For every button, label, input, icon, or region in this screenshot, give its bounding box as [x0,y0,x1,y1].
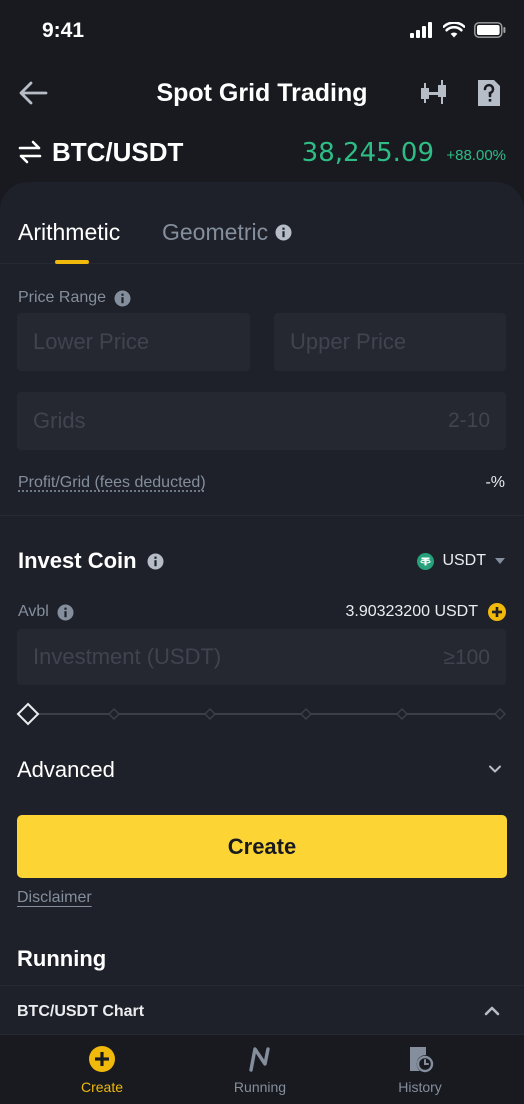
price-range-label-row: Price Range [18,289,131,307]
cellular-signal-icon [410,22,434,38]
bottom-nav: Create Running History [0,1034,524,1104]
available-balance: 3.90323200 USDT [345,603,506,621]
info-icon[interactable] [275,224,292,241]
lower-price-input[interactable] [17,313,250,371]
invest-coin-header: Invest Coin [18,548,164,574]
avbl-label-row: Avbl [18,603,74,621]
upper-price-field[interactable] [274,313,506,371]
slider-handle[interactable] [16,702,40,726]
tab-geometric-label: Geometric [162,219,268,246]
investment-field[interactable]: ≥100 [17,629,506,685]
info-icon[interactable] [114,290,131,307]
add-funds-icon[interactable] [488,603,506,621]
slider-track [30,713,502,715]
grid-type-tabs: Arithmetic Geometric [0,182,524,264]
status-icons [410,22,506,38]
coin-selector[interactable]: USDT [417,552,506,570]
selected-coin: USDT [442,552,486,570]
help-document-icon[interactable] [476,78,502,108]
pair-change: +88.00% [446,147,506,164]
info-icon[interactable] [57,604,74,621]
tether-usdt-icon [417,553,434,570]
slider-tick-75[interactable] [300,708,312,720]
price-range-label: Price Range [18,289,106,307]
slider-tick-100[interactable] [396,708,408,720]
profit-per-grid-label[interactable]: Profit/Grid (fees deducted) [18,474,206,492]
top-nav-bar: Spot Grid Trading [0,62,524,126]
running-section-title: Running [17,946,106,972]
nav-history-label: History [398,1079,442,1095]
disclaimer-link[interactable]: Disclaimer [17,889,92,907]
slider-tick-25[interactable] [108,708,120,720]
investment-input[interactable] [17,629,506,685]
grids-range: 2-10 [448,409,490,433]
pair-chart-row[interactable]: BTC/USDT Chart [0,985,524,1035]
nav-create-label: Create [81,1079,123,1095]
profit-per-grid-value: -% [485,474,505,492]
wifi-icon [443,22,465,38]
battery-icon [474,22,506,38]
create-button[interactable]: Create [17,815,507,878]
tab-geometric[interactable]: Geometric [162,219,292,246]
lower-price-field[interactable] [17,313,250,371]
info-icon[interactable] [147,553,164,570]
investment-percent-slider[interactable] [18,702,506,726]
section-divider [0,515,524,516]
nav-running-label: Running [234,1079,286,1095]
nav-history[interactable]: History [360,1035,480,1104]
advanced-toggle[interactable]: Advanced [17,757,115,783]
chevron-up-icon[interactable] [484,1004,500,1018]
grid-settings-panel: Arithmetic Geometric Price Range 2-10 Pr… [0,182,524,1104]
slider-tick-end[interactable] [494,708,506,720]
swap-pair-icon[interactable] [18,140,42,164]
status-time: 9:41 [42,19,84,43]
pair-chart-label: BTC/USDT Chart [17,1003,144,1021]
avbl-label: Avbl [18,603,49,621]
pair-name[interactable]: BTC/USDT [52,137,183,168]
slider-tick-50[interactable] [204,708,216,720]
upper-price-input[interactable] [274,313,506,371]
trading-pair-row: BTC/USDT 38,245.09 +88.00% [0,126,524,182]
tab-arithmetic[interactable]: Arithmetic [18,219,120,246]
nav-running[interactable]: Running [200,1035,320,1104]
chevron-down-icon[interactable] [488,762,502,776]
investment-minimum: ≥100 [443,646,490,670]
nav-create[interactable]: Create [42,1035,162,1104]
status-bar: 9:41 [0,0,524,62]
pair-price: 38,245.09 [302,138,434,168]
caret-down-icon [494,557,506,565]
invest-coin-title: Invest Coin [18,548,137,574]
grids-input[interactable] [17,392,506,450]
active-tab-indicator [55,260,89,264]
available-balance-value: 3.90323200 USDT [345,603,478,621]
running-icon [246,1045,274,1073]
plus-circle-icon [88,1045,116,1073]
grids-field[interactable]: 2-10 [17,392,506,450]
candlestick-chart-icon[interactable] [418,79,450,107]
history-icon [406,1045,434,1073]
